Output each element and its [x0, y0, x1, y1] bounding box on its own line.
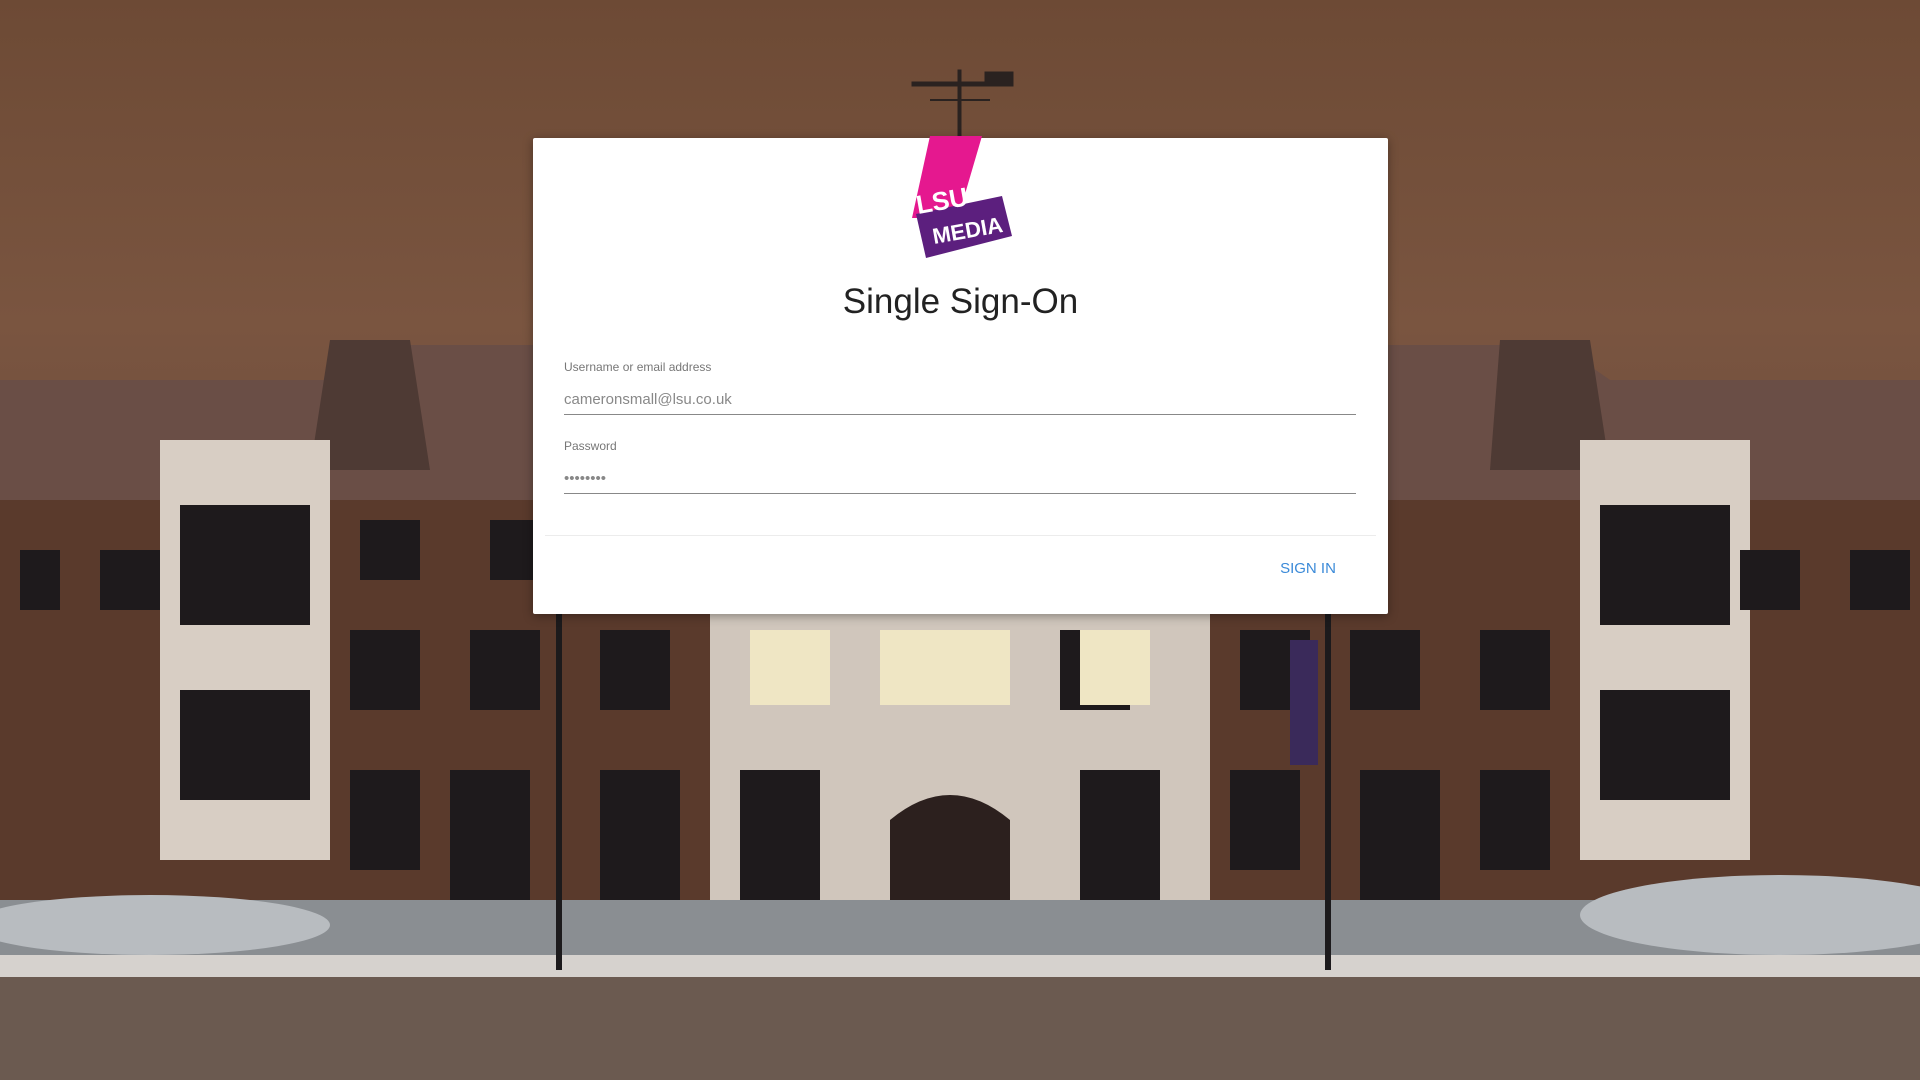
card-divider — [545, 535, 1376, 536]
sign-in-button[interactable]: SIGN IN — [1268, 556, 1348, 580]
password-field[interactable] — [564, 463, 1356, 494]
username-label: Username or email address — [564, 360, 712, 374]
page-title: Single Sign-On — [842, 282, 1079, 321]
username-field[interactable] — [564, 384, 1356, 415]
password-label: Password — [564, 439, 617, 453]
lsu-media-logo: LSU MEDIA — [912, 136, 1012, 258]
weathervane-icon — [911, 69, 1014, 141]
